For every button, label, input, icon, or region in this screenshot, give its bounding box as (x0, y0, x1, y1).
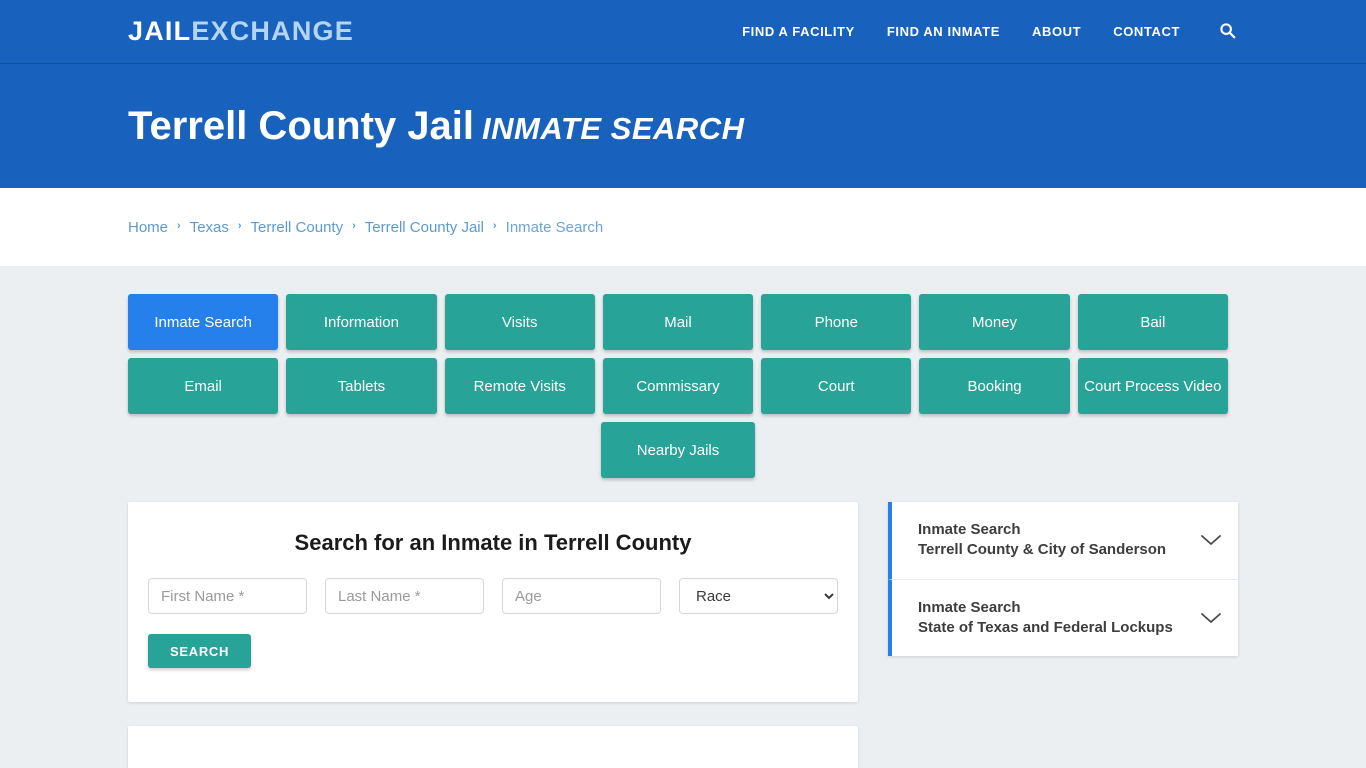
nav-item-about[interactable]: ABOUT (1032, 24, 1081, 39)
tab-row-3: Nearby Jails (128, 422, 1228, 478)
tab-tablets[interactable]: Tablets (286, 358, 437, 414)
breadcrumb: Home › Texas › Terrell County › Terrell … (128, 219, 603, 236)
first-name-input[interactable] (148, 578, 307, 614)
sidebar-item-inmate-search-state[interactable]: Inmate Search State of Texas and Federal… (888, 579, 1238, 656)
breadcrumb-item-terrell-county-jail[interactable]: Terrell County Jail (365, 219, 484, 236)
tab-court[interactable]: Court (761, 358, 912, 414)
search-card-title: Search for an Inmate in Terrell County (294, 530, 692, 555)
sidebar-accordion: Inmate Search Terrell County & City of S… (888, 502, 1238, 656)
race-select[interactable]: Race (679, 578, 838, 614)
last-name-input[interactable] (325, 578, 484, 614)
sidebar-column: Inmate Search Terrell County & City of S… (888, 502, 1238, 656)
inmate-search-form: Race (148, 578, 838, 614)
sidebar-item-subtitle: Terrell County & City of Sanderson (918, 541, 1167, 559)
primary-nav: FIND A FACILITY FIND AN INMATE ABOUT CON… (742, 21, 1238, 43)
age-input[interactable] (502, 578, 661, 614)
main-content: Inmate Search Information Visits Mail Ph… (0, 266, 1366, 768)
main-column: Search for an Inmate in Terrell County R… (128, 502, 858, 768)
tab-money[interactable]: Money (919, 294, 1070, 350)
sidebar-item-text: Inmate Search Terrell County & City of S… (918, 520, 1190, 561)
sidebar-item-inmate-search-county[interactable]: Inmate Search Terrell County & City of S… (888, 502, 1238, 580)
search-icon (1219, 22, 1236, 42)
chevron-down-icon (1200, 611, 1222, 625)
sidebar-item-title: Inmate Search (918, 598, 1021, 616)
site-header: JAILEXCHANGE FIND A FACILITY FIND AN INM… (0, 0, 1366, 64)
tab-information[interactable]: Information (286, 294, 437, 350)
page-title-sub: INMATE SEARCH (482, 111, 745, 146)
breadcrumb-item-inmate-search: Inmate Search (505, 218, 604, 236)
page-hero: Terrell County Jail INMATE SEARCH (0, 64, 1366, 188)
facility-tab-grid: Inmate Search Information Visits Mail Ph… (128, 294, 1228, 478)
nav-item-contact[interactable]: CONTACT (1113, 24, 1180, 39)
breadcrumb-item-home[interactable]: Home (128, 219, 168, 236)
logo-secondary-text: EXCHANGE (191, 16, 354, 46)
tab-row-1: Inmate Search Information Visits Mail Ph… (128, 294, 1228, 350)
tab-email[interactable]: Email (128, 358, 279, 414)
sidebar-item-title: Inmate Search (918, 521, 1021, 538)
page-title-main: Terrell County Jail (128, 104, 475, 148)
tab-booking[interactable]: Booking (919, 358, 1070, 414)
breadcrumb-item-terrell-county[interactable]: Terrell County (251, 219, 344, 236)
secondary-content-card (128, 726, 858, 768)
chevron-down-icon (1200, 533, 1222, 547)
page-title: Terrell County Jail INMATE SEARCH (128, 104, 745, 148)
tab-row-2: Email Tablets Remote Visits Commissary C… (128, 358, 1228, 414)
inmate-search-card: Search for an Inmate in Terrell County R… (128, 502, 858, 702)
content-columns: Search for an Inmate in Terrell County R… (128, 502, 1238, 768)
header-search-button[interactable] (1216, 21, 1238, 43)
site-logo[interactable]: JAILEXCHANGE (128, 18, 354, 45)
tab-phone[interactable]: Phone (761, 294, 912, 350)
tab-mail[interactable]: Mail (602, 294, 754, 350)
breadcrumb-separator-icon: › (177, 220, 181, 232)
sidebar-item-subtitle: State of Texas and Federal Lockups (918, 618, 1173, 636)
tab-court-process-video[interactable]: Court Process Video (1077, 358, 1228, 414)
breadcrumb-item-texas[interactable]: Texas (190, 219, 229, 236)
search-submit-button[interactable]: SEARCH (148, 634, 252, 668)
tab-remote-visits[interactable]: Remote Visits (444, 358, 595, 414)
tab-inmate-search[interactable]: Inmate Search (128, 294, 279, 350)
breadcrumb-separator-icon: › (492, 220, 497, 232)
tab-commissary[interactable]: Commissary (602, 358, 754, 414)
last-name-field-wrap (325, 578, 484, 614)
breadcrumb-separator-icon: › (352, 220, 356, 232)
logo-primary-text: JAIL (128, 16, 192, 46)
age-field-wrap (502, 578, 661, 614)
tab-nearby-jails[interactable]: Nearby Jails (601, 422, 755, 478)
breadcrumb-bar: Home › Texas › Terrell County › Terrell … (0, 188, 1366, 266)
breadcrumb-separator-icon: › (237, 220, 242, 232)
tab-bail[interactable]: Bail (1077, 294, 1228, 350)
tab-visits[interactable]: Visits (444, 294, 595, 350)
first-name-field-wrap (148, 578, 307, 614)
nav-item-find-an-inmate[interactable]: FIND AN INMATE (887, 24, 1000, 39)
nav-item-find-a-facility[interactable]: FIND A FACILITY (742, 24, 855, 39)
sidebar-item-text: Inmate Search State of Texas and Federal… (918, 598, 1190, 639)
race-field-wrap: Race (679, 578, 838, 614)
